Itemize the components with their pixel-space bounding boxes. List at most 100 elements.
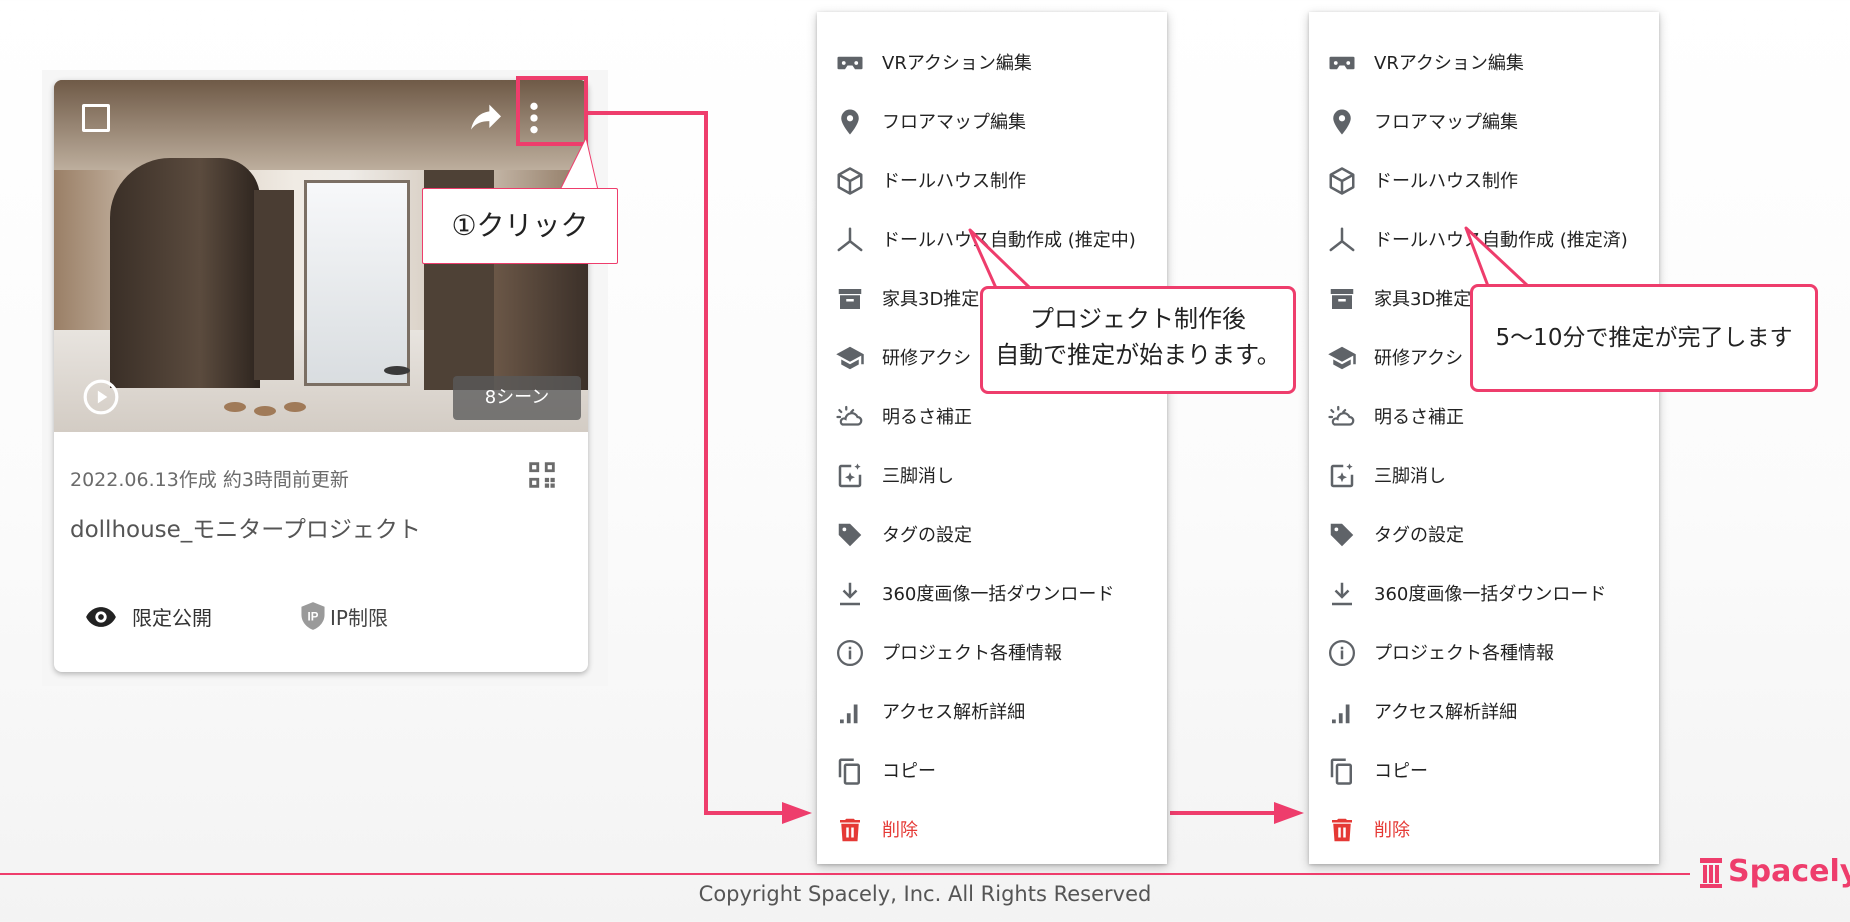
- estimation-complete-callout: 5〜10分で推定が完了します: [1470, 284, 1818, 392]
- map-pin-icon: [841, 109, 859, 135]
- menu-item-bulk-download[interactable]: 360度画像一括ダウンロード: [817, 565, 1167, 624]
- trash-icon: [840, 818, 860, 842]
- menu-item-label: VRアクション編集: [1374, 53, 1524, 74]
- menu-item-label: コピー: [882, 761, 936, 782]
- start-callout-tail: [968, 228, 1036, 294]
- axis-icon: [1329, 227, 1355, 252]
- menu-item-label: VRアクション編集: [882, 53, 1032, 74]
- menu-item-label: 削除: [882, 820, 918, 841]
- menu-item-label: 三脚消し: [1374, 466, 1446, 487]
- ip-shield-icon: IP: [301, 602, 325, 630]
- callout-line: プロジェクト制作後: [1030, 305, 1246, 333]
- menu-item-label: 360度画像一括ダウンロード: [882, 584, 1115, 605]
- download-icon: [1332, 582, 1352, 606]
- visibility-status[interactable]: 限定公開: [132, 602, 212, 631]
- menu-item-copy[interactable]: コピー: [817, 742, 1167, 801]
- callout-line: 自動で推定が始まります。: [995, 341, 1281, 369]
- project-title[interactable]: dollhouse_モニタープロジェクト: [70, 510, 421, 544]
- weather-icon: [836, 405, 863, 426]
- weather-icon: [1328, 405, 1355, 426]
- menu-item-tag-settings[interactable]: タグの設定: [1309, 506, 1659, 565]
- archive-icon: [838, 289, 862, 309]
- menu-item-vr-action[interactable]: VRアクション編集: [1309, 34, 1659, 93]
- menu-item-floor-map[interactable]: フロアマップ編集: [1309, 93, 1659, 152]
- menu-item-tripod-removal[interactable]: 三脚消し: [817, 447, 1167, 506]
- vr-headset-icon: [1329, 56, 1355, 70]
- menu-item-access-analytics[interactable]: アクセス解析詳細: [817, 683, 1167, 742]
- download-icon: [840, 582, 860, 606]
- signal-bars-icon: [840, 704, 858, 724]
- brand-name: Spacely: [1728, 854, 1850, 889]
- menu-item-copy[interactable]: コピー: [1309, 742, 1659, 801]
- context-menu-estimating: VRアクション編集 フロアマップ編集 ドールハウス制作 ドールハウス自動作成 (…: [817, 12, 1167, 864]
- menu-item-bulk-download[interactable]: 360度画像一括ダウンロード: [1309, 565, 1659, 624]
- info-icon: [1329, 640, 1355, 666]
- done-callout-tail: [1464, 226, 1532, 290]
- menu-item-vr-action[interactable]: VRアクション編集: [817, 34, 1167, 93]
- project-card[interactable]: 8シーン 2022.06.13作成 約3時間前更新 dollhouse_モニター…: [54, 80, 588, 672]
- copy-icon: [838, 758, 860, 785]
- estimation-start-callout: プロジェクト制作後 自動で推定が始まります。: [980, 286, 1296, 394]
- menu-item-floor-map[interactable]: フロアマップ編集: [817, 93, 1167, 152]
- menu-item-label: プロジェクト各種情報: [882, 643, 1062, 664]
- menu-item-label: プロジェクト各種情報: [1374, 643, 1554, 664]
- trash-icon: [1332, 818, 1352, 842]
- click-instruction-callout: ①クリック: [422, 188, 618, 264]
- footer-divider: [0, 873, 1690, 875]
- sparkle-image-icon: [1330, 463, 1354, 488]
- menu-item-label: アクセス解析詳細: [882, 702, 1026, 723]
- click-callout-tail: [558, 138, 600, 194]
- menu-item-tripod-removal[interactable]: 三脚消し: [1309, 447, 1659, 506]
- menu-item-brightness[interactable]: 明るさ補正: [1309, 388, 1659, 447]
- signal-bars-icon: [1332, 704, 1350, 724]
- menu-item-label: 研修アクシ: [882, 348, 972, 369]
- axis-icon: [837, 227, 863, 252]
- menu-item-label: 明るさ補正: [882, 407, 972, 428]
- archive-icon: [1330, 289, 1354, 309]
- menu-item-project-info[interactable]: プロジェクト各種情報: [817, 624, 1167, 683]
- menu-item-label: 家具3D推定: [1374, 289, 1472, 310]
- cube-icon: [837, 167, 863, 195]
- menu-item-dollhouse-create[interactable]: ドールハウス制作: [817, 152, 1167, 211]
- menu-item-label: フロアマップ編集: [1374, 112, 1518, 133]
- ip-restriction-status[interactable]: IP制限: [330, 602, 388, 631]
- copyright-text: Copyright Spacely, Inc. All Rights Reser…: [698, 882, 1152, 906]
- qr-code-icon[interactable]: [525, 458, 559, 492]
- menu-item-tag-settings[interactable]: タグの設定: [817, 506, 1167, 565]
- checkbox-icon[interactable]: [82, 104, 110, 132]
- graduation-cap-icon: [1328, 346, 1356, 370]
- tag-icon: [838, 523, 862, 547]
- menu-item-label: コピー: [1374, 761, 1428, 782]
- menu-item-label: アクセス解析詳細: [1374, 702, 1518, 723]
- project-card-container: 8シーン 2022.06.13作成 約3時間前更新 dollhouse_モニター…: [42, 70, 608, 686]
- tag-icon: [1330, 523, 1354, 547]
- graduation-cap-icon: [836, 346, 864, 370]
- copy-icon: [1330, 758, 1352, 785]
- map-pin-icon: [1333, 109, 1351, 135]
- menu-item-access-analytics[interactable]: アクセス解析詳細: [1309, 683, 1659, 742]
- vr-headset-icon: [837, 56, 863, 70]
- menu-item-delete[interactable]: 削除: [1309, 801, 1659, 860]
- info-icon: [837, 640, 863, 666]
- menu-item-brightness[interactable]: 明るさ補正: [817, 388, 1167, 447]
- menu-item-label: 360度画像一括ダウンロード: [1374, 584, 1607, 605]
- menu-item-label: ドールハウス制作: [1374, 171, 1518, 192]
- context-menu-estimated: VRアクション編集 フロアマップ編集 ドールハウス制作 ドールハウス自動作成 (…: [1309, 12, 1659, 864]
- menu-item-dollhouse-create[interactable]: ドールハウス制作: [1309, 152, 1659, 211]
- menu-item-label: 削除: [1374, 820, 1410, 841]
- menu-item-label: フロアマップ編集: [882, 112, 1026, 133]
- play-icon[interactable]: [82, 378, 120, 416]
- card-date-info: 2022.06.13作成 約3時間前更新: [70, 469, 349, 491]
- eye-icon: [86, 607, 116, 627]
- menu-item-label: タグの設定: [882, 525, 972, 546]
- svg-text:IP: IP: [308, 612, 319, 624]
- cube-icon: [1329, 167, 1355, 195]
- menu-item-delete[interactable]: 削除: [817, 801, 1167, 860]
- sparkle-image-icon: [838, 463, 862, 488]
- menu-item-label: タグの設定: [1374, 525, 1464, 546]
- scene-count-badge: 8シーン: [453, 376, 581, 420]
- share-icon[interactable]: [466, 98, 506, 138]
- spacely-logo-icon: [1700, 858, 1722, 888]
- menu-item-project-info[interactable]: プロジェクト各種情報: [1309, 624, 1659, 683]
- menu-item-label: 研修アクシ: [1374, 348, 1464, 369]
